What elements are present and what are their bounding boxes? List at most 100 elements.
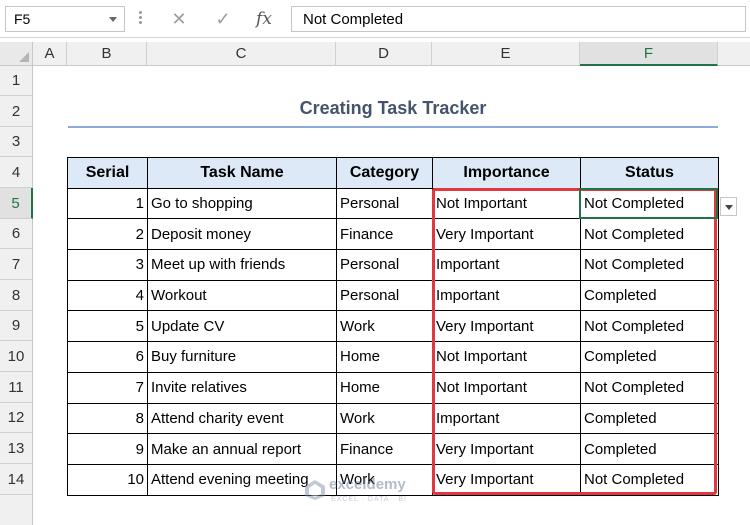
watermark: exceldemy EXCEL · DATA · BI: [303, 474, 453, 514]
table-row: 6 Buy furniture Home Not Important Compl…: [67, 341, 719, 373]
status-cell[interactable]: Completed: [580, 433, 719, 465]
column-header-a[interactable]: A: [33, 42, 67, 66]
task-cell[interactable]: Make an annual report: [147, 433, 337, 465]
serial-cell[interactable]: 3: [67, 249, 148, 281]
table-row: 1 Go to shopping Personal Not Important …: [67, 187, 719, 220]
importance-cell[interactable]: Very Important: [432, 218, 581, 251]
table-row: 2 Deposit money Finance Very Important N…: [67, 218, 719, 251]
column-header-d[interactable]: D: [336, 42, 432, 66]
row-header-8[interactable]: 8: [0, 280, 33, 311]
row-header-3[interactable]: 3: [0, 127, 33, 157]
table-row: 7 Invite relatives Home Not Important No…: [67, 371, 719, 404]
importance-cell[interactable]: Very Important: [432, 310, 581, 343]
importance-cell[interactable]: Very Important: [432, 433, 581, 465]
row-header-14[interactable]: 14: [0, 464, 33, 495]
watermark-name: exceldemy: [329, 476, 406, 493]
task-cell[interactable]: Invite relatives: [147, 371, 337, 404]
row-header-11[interactable]: 11: [0, 372, 33, 403]
column-header-f[interactable]: F: [580, 42, 718, 66]
task-cell[interactable]: Workout: [147, 279, 337, 312]
table-header-row: Serial Task Name Category Importance Sta…: [67, 157, 719, 189]
importance-cell[interactable]: Very Important: [432, 463, 581, 496]
status-cell[interactable]: Not Completed: [580, 310, 719, 343]
header-category[interactable]: Category: [336, 157, 433, 189]
serial-cell[interactable]: 6: [67, 341, 148, 373]
dropdown-arrow-icon[interactable]: [720, 197, 737, 216]
row-header-blank: [0, 495, 33, 525]
serial-cell[interactable]: 7: [67, 371, 148, 404]
table-row: 3 Meet up with friends Personal Importan…: [67, 249, 719, 281]
importance-cell[interactable]: Not Important: [432, 187, 581, 220]
category-cell[interactable]: Work: [336, 402, 433, 435]
row-header-4[interactable]: 4: [0, 157, 33, 188]
table-row: 9 Make an annual report Finance Very Imp…: [67, 433, 719, 465]
importance-cell[interactable]: Not Important: [432, 371, 581, 404]
category-cell[interactable]: Personal: [336, 279, 433, 312]
task-cell[interactable]: Buy furniture: [147, 341, 337, 373]
exceldemy-logo-icon: [305, 480, 325, 500]
status-cell[interactable]: Not Completed: [580, 371, 719, 404]
name-box-value: F5: [14, 11, 31, 27]
category-cell[interactable]: Work: [336, 310, 433, 343]
task-cell[interactable]: Meet up with friends: [147, 249, 337, 281]
status-cell[interactable]: Not Completed: [580, 218, 719, 251]
column-header-b[interactable]: B: [67, 42, 147, 66]
task-cell[interactable]: Go to shopping: [147, 187, 337, 220]
insert-function-icon[interactable]: fx: [249, 6, 279, 32]
task-cell[interactable]: Update CV: [147, 310, 337, 343]
column-header-blank: [718, 42, 750, 66]
category-cell[interactable]: Personal: [336, 187, 433, 220]
serial-cell[interactable]: 5: [67, 310, 148, 343]
row-header-6[interactable]: 6: [0, 219, 33, 249]
row-header-10[interactable]: 10: [0, 341, 33, 372]
name-box[interactable]: F5: [5, 6, 125, 32]
serial-cell[interactable]: 9: [67, 433, 148, 465]
more-options-icon[interactable]: [139, 11, 142, 25]
table-row: 8 Attend charity event Work Important Co…: [67, 402, 719, 435]
serial-cell[interactable]: 2: [67, 218, 148, 251]
status-cell[interactable]: Completed: [580, 341, 719, 373]
table-row: 4 Workout Personal Important Completed: [67, 279, 719, 312]
watermark-tagline: EXCEL · DATA · BI: [331, 496, 407, 503]
header-task-name[interactable]: Task Name: [147, 157, 337, 189]
category-cell[interactable]: Home: [336, 341, 433, 373]
serial-cell[interactable]: 10: [67, 463, 148, 496]
header-serial[interactable]: Serial: [67, 157, 148, 189]
task-cell[interactable]: Deposit money: [147, 218, 337, 251]
header-importance[interactable]: Importance: [432, 157, 581, 189]
importance-cell[interactable]: Not Important: [432, 341, 581, 373]
importance-cell[interactable]: Important: [432, 249, 581, 281]
status-cell[interactable]: Completed: [580, 402, 719, 435]
row-header-2[interactable]: 2: [0, 96, 33, 127]
row-header-13[interactable]: 13: [0, 433, 33, 464]
status-cell[interactable]: Not Completed: [580, 463, 719, 496]
page-title[interactable]: Creating Task Tracker: [68, 98, 718, 119]
category-cell[interactable]: Personal: [336, 249, 433, 281]
column-header-c[interactable]: C: [147, 42, 336, 66]
cancel-icon[interactable]: ✕: [164, 6, 194, 32]
task-table: Serial Task Name Category Importance Sta…: [67, 157, 719, 496]
column-header-e[interactable]: E: [432, 42, 580, 66]
row-header-12[interactable]: 12: [0, 403, 33, 433]
category-cell[interactable]: Finance: [336, 218, 433, 251]
category-cell[interactable]: Finance: [336, 433, 433, 465]
task-cell[interactable]: Attend charity event: [147, 402, 337, 435]
formula-input[interactable]: Not Completed: [291, 6, 746, 32]
status-cell[interactable]: Not Completed: [580, 249, 719, 281]
row-header-1[interactable]: 1: [0, 66, 33, 96]
category-cell[interactable]: Home: [336, 371, 433, 404]
select-all-button[interactable]: [0, 42, 33, 66]
row-header-5[interactable]: 5: [0, 188, 33, 219]
importance-cell[interactable]: Important: [432, 402, 581, 435]
header-status[interactable]: Status: [580, 157, 719, 189]
serial-cell[interactable]: 4: [67, 279, 148, 312]
row-header-9[interactable]: 9: [0, 311, 33, 341]
importance-cell[interactable]: Important: [432, 279, 581, 312]
status-cell[interactable]: Not Completed: [580, 187, 719, 220]
serial-cell[interactable]: 1: [67, 187, 148, 220]
chevron-down-icon[interactable]: [109, 17, 117, 22]
row-header-7[interactable]: 7: [0, 249, 33, 280]
serial-cell[interactable]: 8: [67, 402, 148, 435]
status-cell[interactable]: Completed: [580, 279, 719, 312]
check-icon[interactable]: ✓: [208, 6, 238, 32]
